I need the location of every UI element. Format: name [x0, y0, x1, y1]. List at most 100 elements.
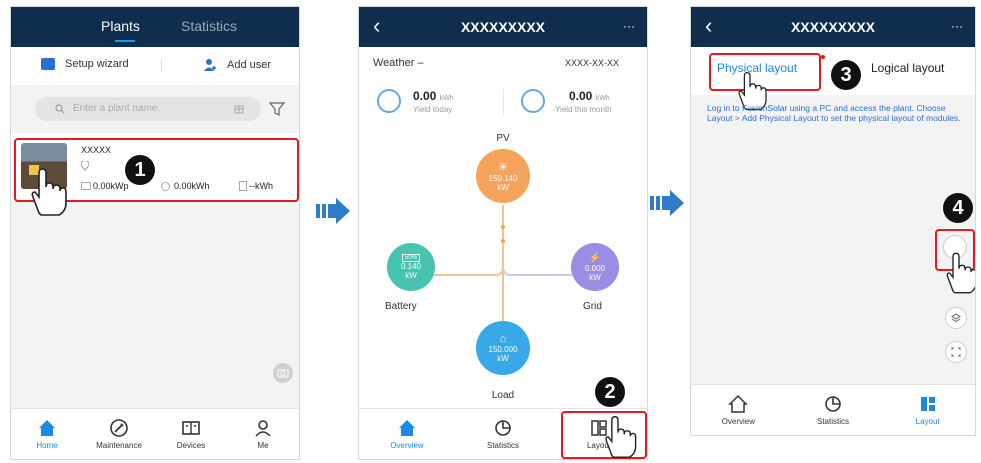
pie-chart-icon: [495, 420, 511, 436]
nav-home[interactable]: Home: [11, 409, 83, 459]
nav-home-label: Home: [36, 441, 58, 450]
user-icon: [255, 420, 271, 437]
date-label: XXXX-XX-XX: [564, 58, 619, 68]
nav-devices-label: Devices: [176, 441, 206, 450]
camera-fab[interactable]: [273, 363, 293, 383]
plant-title: XXXXXXXXX: [790, 19, 876, 35]
actions-divider: [161, 59, 162, 73]
yield-month-value: 0.00 kWh: [569, 89, 610, 103]
bottom-nav: Home Maintenance Devices Me: [11, 408, 299, 459]
yield-divider: [503, 89, 504, 115]
battery-unit: kW: [405, 271, 417, 280]
nav-layout-label: Layout: [915, 417, 940, 426]
add-user-button[interactable]: Add user: [203, 58, 271, 72]
step-2-badge: 2: [595, 377, 625, 407]
screen-plants: Plants Statistics Setup wizard Add user …: [10, 6, 300, 460]
maintenance-icon: [110, 419, 128, 437]
nav-maintenance-label: Maintenance: [96, 441, 142, 450]
more-icon[interactable]: ···: [623, 19, 635, 33]
pointing-hand-icon: [605, 416, 637, 458]
tab-statistics[interactable]: Statistics: [181, 18, 237, 34]
search-icon: [55, 104, 65, 114]
yield-today-icon: [377, 89, 401, 113]
nav-me-label: Me: [257, 441, 269, 450]
filter-icon[interactable]: [269, 101, 285, 117]
battery-node[interactable]: 50% 0.140 kW: [387, 243, 435, 291]
fit-screen-icon: [951, 347, 961, 357]
layers-button[interactable]: [945, 307, 967, 329]
more-icon[interactable]: ···: [951, 19, 963, 33]
screen-layout: ‹ XXXXXXXXX ··· Physical layout Logical …: [690, 6, 976, 436]
plants-header: Plants Statistics: [11, 7, 299, 47]
nav-overview[interactable]: Overview: [359, 409, 455, 459]
plant-title: XXXXXXXXX: [460, 19, 546, 35]
nav-layout[interactable]: Layout: [880, 385, 975, 435]
power-tower-icon: ⚡: [588, 252, 602, 264]
setup-wizard-button[interactable]: Setup wizard: [41, 58, 129, 70]
yield-today-value: 0.00 kWh: [413, 89, 454, 103]
fit-screen-button[interactable]: [945, 341, 967, 363]
overview-icon: [728, 394, 749, 413]
flow-arrow-icon: [316, 198, 350, 224]
yield-month-icon: [521, 89, 545, 113]
layout-icon: [920, 397, 935, 411]
grid-unit: kW: [589, 272, 601, 282]
tab-logical-layout[interactable]: Logical layout: [871, 61, 944, 75]
overview-icon: [399, 420, 415, 436]
nav-me[interactable]: Me: [227, 409, 299, 459]
pv-label: PV: [496, 133, 510, 144]
weather-label: Weather –: [373, 57, 424, 69]
step-3-badge: 3: [831, 60, 861, 90]
home-icon: [39, 420, 55, 436]
nav-maintenance[interactable]: Maintenance: [83, 409, 155, 459]
battery-value: 0.140: [400, 262, 422, 271]
solar-panel-icon: ☀: [497, 160, 509, 174]
load-value: 150.000: [488, 345, 518, 354]
pointing-hand-icon: [31, 168, 67, 216]
nav-overview-label: Overview: [390, 441, 424, 450]
yield-summary: 0.00 kWh Yield today 0.00 kWh Yield this…: [359, 79, 647, 125]
pie-chart-icon: [825, 396, 841, 412]
nav-devices[interactable]: Devices: [155, 409, 227, 459]
grid-label: Grid: [583, 301, 602, 312]
search-row: Enter a plant name.: [11, 93, 299, 127]
search-placeholder: Enter a plant name.: [73, 103, 161, 114]
quick-actions-bar: Setup wizard Add user: [11, 47, 299, 85]
step-4-badge: 4: [943, 193, 973, 223]
grid-node[interactable]: ⚡ 0.000 kW: [571, 243, 619, 291]
flow-arrow-icon: [650, 190, 684, 216]
yield-month-label: Yield this month: [555, 105, 612, 114]
layout-info-text: Log in to FusionSolar using a PC and acc…: [707, 103, 961, 123]
layout-header: ‹ XXXXXXXXX ···: [691, 7, 975, 47]
pv-node[interactable]: ☀ 150.140 kW: [476, 149, 530, 203]
add-user-icon: [204, 59, 216, 71]
camera-icon: [277, 369, 289, 378]
search-input[interactable]: Enter a plant name.: [35, 97, 261, 121]
weather-bar: Weather – XXXX-XX-XX: [359, 47, 647, 80]
battery-label: Battery: [385, 301, 417, 312]
pv-value: 150.140: [488, 174, 518, 183]
setup-wizard-icon: [41, 58, 55, 70]
screen-plant-overview: ‹ XXXXXXXXX ··· Weather – XXXX-XX-XX 0.0…: [358, 6, 648, 460]
load-unit: kW: [497, 354, 509, 363]
layout-bottom-nav: Overview Statistics Layout: [691, 384, 975, 435]
overview-header: ‹ XXXXXXXXX ···: [359, 7, 647, 47]
devices-icon: [182, 421, 200, 435]
nav-overview-label: Overview: [721, 417, 755, 426]
nav-statistics-label: Statistics: [486, 441, 519, 450]
grid-value: 0.000: [584, 263, 606, 273]
add-user-label: Add user: [227, 59, 272, 71]
notice-dot: [821, 55, 825, 59]
step-1-badge: 1: [125, 155, 155, 185]
pv-unit: kW: [497, 183, 509, 192]
energy-flow-area: PV ☀ 150.140 kW 50% 0.140 kW Battery ⚡ 0…: [359, 125, 647, 409]
nav-statistics[interactable]: Statistics: [786, 385, 881, 435]
pointing-hand-icon: [946, 252, 975, 294]
yield-today-label: Yield today: [413, 105, 453, 114]
tab-plants-underline: [115, 40, 135, 42]
tab-plants[interactable]: Plants: [101, 18, 140, 34]
nav-statistics[interactable]: Statistics: [455, 409, 551, 459]
plant-map-icon[interactable]: [233, 103, 245, 115]
nav-overview[interactable]: Overview: [691, 385, 786, 435]
load-node[interactable]: ⌂ 150.000 kW: [476, 321, 530, 375]
